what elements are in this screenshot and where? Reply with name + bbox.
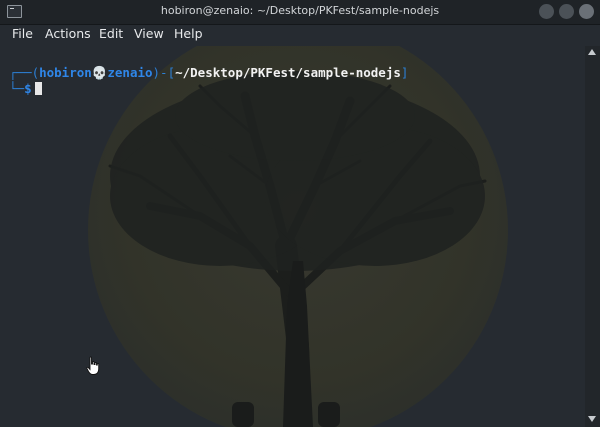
- prompt-line-1: ┌──(hobiron💀zenaio)-[~/Desktop/PKFest/sa…: [9, 65, 408, 81]
- menu-edit[interactable]: Edit: [99, 26, 123, 41]
- menu-help[interactable]: Help: [174, 26, 203, 41]
- menu-file[interactable]: File: [12, 26, 33, 41]
- menu-actions[interactable]: Actions: [45, 26, 91, 41]
- hand-pointer-icon: [86, 356, 100, 375]
- prompt-user: hobiron: [39, 65, 92, 80]
- window-title: hobiron@zenaio: ~/Desktop/PKFest/sample-…: [160, 4, 440, 17]
- prompt-frame: )-[: [152, 65, 176, 80]
- vertical-scrollbar[interactable]: [585, 46, 600, 427]
- title-bar[interactable]: hobiron@zenaio: ~/Desktop/PKFest/sample-…: [0, 0, 600, 25]
- close-button[interactable]: [579, 4, 594, 19]
- prompt-path: ~/Desktop/PKFest/sample-nodejs: [175, 65, 401, 80]
- prompt-host: zenaio: [107, 65, 153, 80]
- minimize-button[interactable]: [539, 4, 554, 19]
- prompt-frame: ]: [400, 65, 409, 80]
- prompt-frame: ┌──(: [9, 65, 40, 80]
- prompt-line-2[interactable]: └─$: [9, 81, 42, 97]
- prompt-frame: └─: [9, 81, 25, 96]
- menu-bar: File Actions Edit View Help: [0, 25, 600, 45]
- text-cursor: [34, 82, 42, 95]
- scroll-up-icon[interactable]: [588, 49, 596, 55]
- maximize-button[interactable]: [559, 4, 574, 19]
- menu-view[interactable]: View: [134, 26, 164, 41]
- skull-icon: 💀: [91, 65, 108, 80]
- terminal-window: hobiron@zenaio: ~/Desktop/PKFest/sample-…: [0, 0, 600, 427]
- prompt-symbol: $: [24, 81, 32, 96]
- scroll-down-icon[interactable]: [588, 416, 596, 422]
